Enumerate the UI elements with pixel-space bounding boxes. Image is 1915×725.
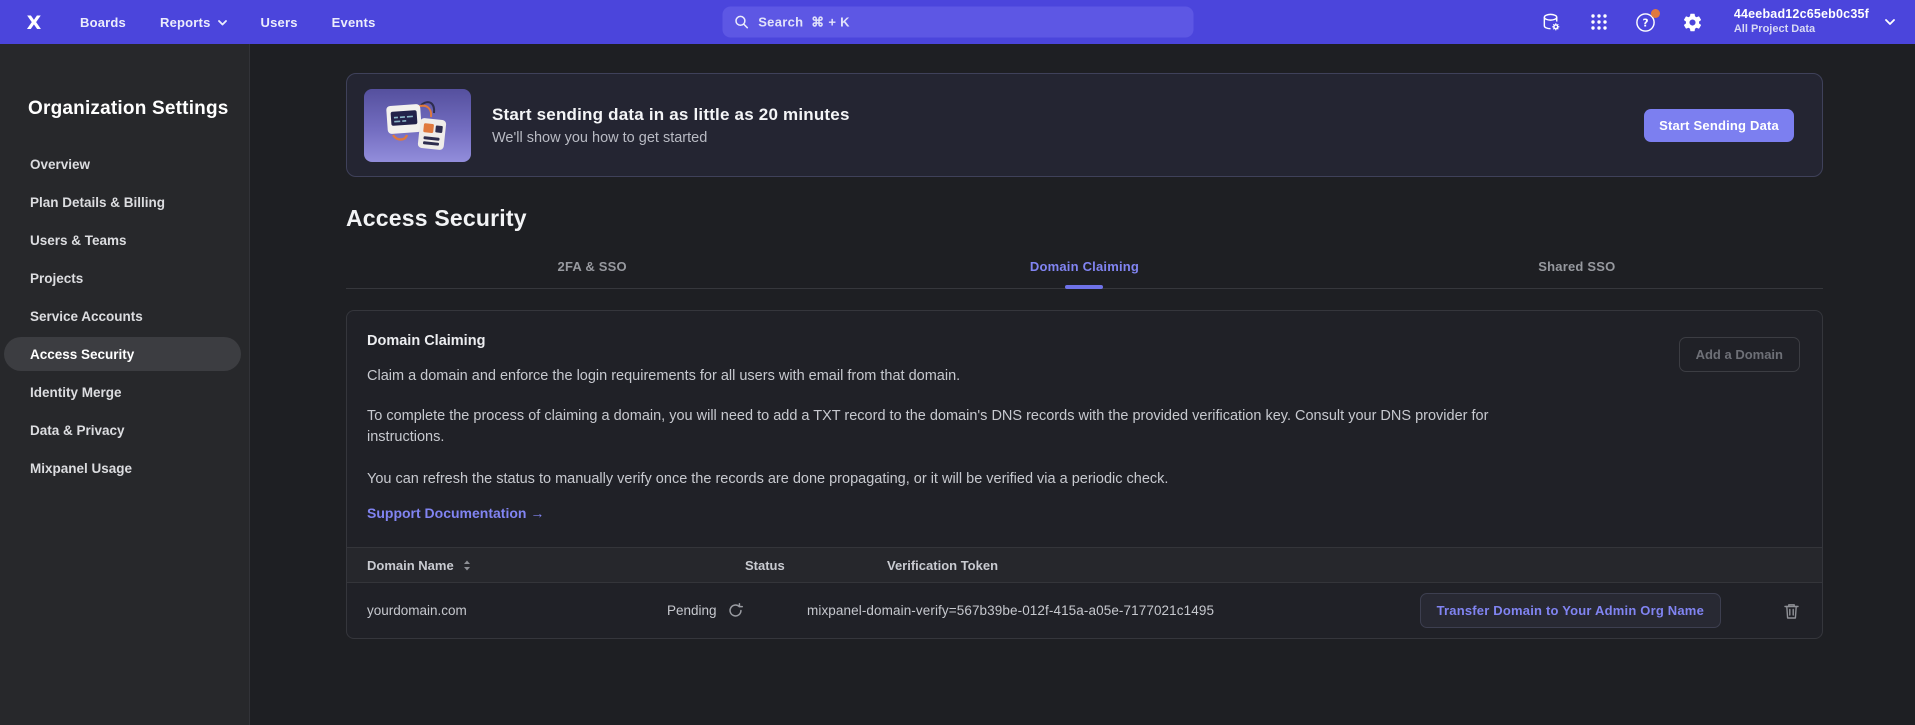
refresh-status-icon[interactable]: [728, 603, 743, 618]
project-scope: All Project Data: [1734, 23, 1869, 37]
onboarding-banner: Start sending data in as little as 20 mi…: [346, 73, 1823, 177]
svg-text:X: X: [27, 12, 42, 34]
cell-domain-name: yourdomain.com: [347, 603, 667, 618]
chevron-down-icon: [218, 20, 227, 26]
org-id: 44eebad12c65eb0c35f: [1734, 7, 1869, 23]
column-header-label: Domain Name: [367, 558, 454, 573]
tab-domain-claiming[interactable]: Domain Claiming: [838, 259, 1330, 288]
column-header-status: Status: [667, 558, 807, 573]
column-header-label: Status: [745, 558, 785, 573]
mixpanel-logo-icon: X: [22, 10, 46, 34]
sidebar-item-label: Projects: [30, 271, 83, 286]
sidebar-title: Organization Settings: [28, 98, 249, 120]
description-paragraph: Claim a domain and enforce the login req…: [367, 366, 1802, 387]
cell-verification-token: mixpanel-domain-verify=567b39be-012f-415…: [807, 603, 1214, 618]
global-search[interactable]: [722, 7, 1193, 38]
sidebar-item-label: Overview: [30, 157, 90, 172]
tab-label: Shared SSO: [1538, 259, 1615, 274]
mixpanel-logo[interactable]: X: [20, 8, 48, 36]
sidebar-item-label: Access Security: [30, 347, 134, 362]
description-paragraph: You can refresh the status to manually v…: [367, 469, 1802, 490]
search-input[interactable]: [758, 15, 1181, 30]
transfer-domain-button[interactable]: Transfer Domain to Your Admin Org Name: [1420, 593, 1721, 628]
access-security-tabs: 2FA & SSO Domain Claiming Shared SSO: [346, 259, 1823, 289]
sidebar-item-label: Mixpanel Usage: [30, 461, 132, 476]
devices-illustration: [377, 97, 459, 153]
support-documentation-link[interactable]: Support Documentation →: [367, 505, 544, 521]
column-header-verification-token: Verification Token: [807, 558, 1822, 573]
apps-grid-glyph: [1589, 12, 1609, 32]
start-sending-data-button[interactable]: Start Sending Data: [1644, 109, 1794, 142]
banner-text: Start sending data in as little as 20 mi…: [492, 105, 850, 146]
column-header-label: Verification Token: [887, 558, 998, 573]
sort-icon: [463, 560, 471, 571]
gear-glyph: [1682, 12, 1703, 33]
nav-reports-label: Reports: [160, 15, 211, 30]
database-gear-glyph: [1541, 12, 1562, 33]
banner-illustration: [364, 89, 471, 162]
nav-events-label: Events: [332, 15, 376, 30]
sidebar-item-label: Plan Details & Billing: [30, 195, 165, 210]
card-title: Domain Claiming: [367, 333, 1802, 349]
nav-boards-label: Boards: [80, 15, 126, 30]
nav-boards[interactable]: Boards: [80, 15, 126, 30]
cell-actions: Transfer Domain to Your Admin Org Name: [1420, 593, 1822, 628]
description-paragraph: To complete the process of claiming a do…: [367, 406, 1547, 448]
search-icon: [734, 15, 748, 30]
account-text: 44eebad12c65eb0c35f All Project Data: [1734, 7, 1869, 37]
account-switcher[interactable]: 44eebad12c65eb0c35f All Project Data: [1734, 7, 1895, 37]
nav-events[interactable]: Events: [332, 15, 376, 30]
sidebar-item-access-security[interactable]: Access Security: [4, 337, 241, 371]
tab-shared-sso[interactable]: Shared SSO: [1331, 259, 1823, 288]
svg-text:?: ?: [1643, 17, 1649, 29]
domain-claiming-card: Domain Claiming Add a Domain Claim a dom…: [346, 310, 1823, 639]
page-title: Access Security: [346, 205, 1823, 232]
tab-label: 2FA & SSO: [558, 259, 627, 274]
help-icon[interactable]: ?: [1634, 10, 1658, 34]
top-navbar: X Boards Reports Users Events: [0, 0, 1915, 44]
status-text: Pending: [667, 603, 717, 618]
domains-table: Domain Name Status Verification Token yo…: [347, 547, 1822, 638]
nav-users-label: Users: [261, 15, 298, 30]
sidebar-item-data-privacy[interactable]: Data & Privacy: [4, 413, 241, 447]
navbar-right-cluster: ? 44eebad12c65eb0c35f All Project Data: [1540, 7, 1895, 37]
nav-reports[interactable]: Reports: [160, 15, 227, 30]
sidebar-item-mixpanel-usage[interactable]: Mixpanel Usage: [4, 451, 241, 485]
column-header-domain-name[interactable]: Domain Name: [347, 558, 667, 573]
table-header-row: Domain Name Status Verification Token: [347, 547, 1822, 583]
delete-domain-icon[interactable]: [1783, 602, 1800, 620]
sidebar-item-projects[interactable]: Projects: [4, 261, 241, 295]
data-settings-icon[interactable]: [1540, 10, 1564, 34]
tab-2fa-sso[interactable]: 2FA & SSO: [346, 259, 838, 288]
domain-claiming-card-body: Domain Claiming Add a Domain Claim a dom…: [347, 311, 1822, 523]
notification-badge: [1651, 9, 1660, 18]
apps-grid-icon[interactable]: [1587, 10, 1611, 34]
gear-icon[interactable]: [1681, 10, 1705, 34]
sidebar-item-label: Users & Teams: [30, 233, 127, 248]
settings-sidebar: Organization Settings Overview Plan Deta…: [0, 44, 250, 725]
nav-users[interactable]: Users: [261, 15, 298, 30]
primary-nav: Boards Reports Users Events: [80, 15, 376, 30]
sidebar-item-service-accounts[interactable]: Service Accounts: [4, 299, 241, 333]
sidebar-item-label: Service Accounts: [30, 309, 143, 324]
sidebar-item-users-teams[interactable]: Users & Teams: [4, 223, 241, 257]
add-domain-button[interactable]: Add a Domain: [1679, 337, 1800, 372]
table-row: yourdomain.com Pending mixpanel-domain-v…: [347, 583, 1822, 638]
sidebar-item-label: Identity Merge: [30, 385, 122, 400]
cell-status: Pending: [667, 603, 743, 618]
sidebar-item-plan-details-billing[interactable]: Plan Details & Billing: [4, 185, 241, 219]
sidebar-item-overview[interactable]: Overview: [4, 147, 241, 181]
banner-subtitle: We'll show you how to get started: [492, 130, 850, 146]
banner-title: Start sending data in as little as 20 mi…: [492, 105, 850, 125]
tab-label: Domain Claiming: [1030, 259, 1139, 274]
sidebar-item-label: Data & Privacy: [30, 423, 125, 438]
chevron-down-icon: [1885, 19, 1895, 26]
main-content: Start sending data in as little as 20 mi…: [250, 44, 1915, 725]
sidebar-item-identity-merge[interactable]: Identity Merge: [4, 375, 241, 409]
